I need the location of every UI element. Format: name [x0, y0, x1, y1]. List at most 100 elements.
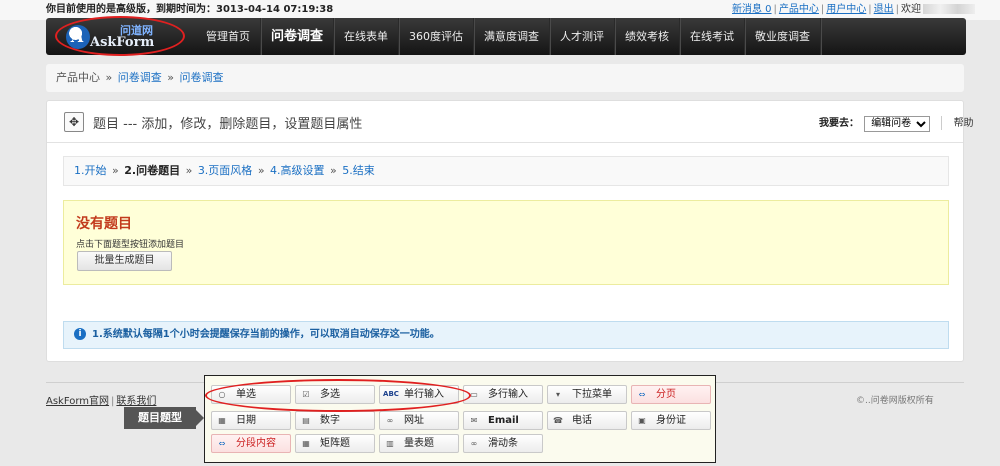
- breadcrumb-separator: »: [167, 71, 174, 84]
- qtype-label: 量表题: [404, 438, 434, 449]
- new-messages-link[interactable]: 新消息 0: [732, 4, 772, 15]
- question-type-label: 题目题型: [124, 407, 204, 429]
- id-card-icon: ▣: [638, 416, 646, 425]
- scale-icon: ▥: [386, 439, 394, 448]
- top-info-bar: 你目前使用的是高级版，到期时间为：3013-04-14 07:19:38 新消息…: [0, 0, 1000, 20]
- qtype-label: 身份证: [656, 415, 686, 426]
- qtype-label: 日期: [236, 415, 256, 426]
- breadcrumb-separator: »: [105, 71, 113, 84]
- step-advanced-settings[interactable]: 4.高级设置: [270, 164, 325, 177]
- nav-item-360-review[interactable]: 360度评估: [399, 18, 475, 55]
- user-center-link[interactable]: 用户中心: [826, 4, 866, 15]
- qtype-label: 分段内容: [236, 438, 276, 449]
- qtype-matrix-button[interactable]: ▦ 矩阵题: [295, 434, 375, 453]
- breadcrumb: 产品中心 » 问卷调查 » 问卷调查: [46, 64, 964, 92]
- logo-highlight-ellipse: [55, 16, 185, 56]
- questions-panel: ✥ 题目 --- 添加，修改，删除题目，设置题目属性 我要去： 编辑问卷 帮助 …: [46, 100, 974, 362]
- nav-item-satisfaction[interactable]: 满意度调查: [474, 18, 551, 55]
- step-separator: »: [257, 164, 265, 177]
- info-icon: i: [74, 328, 86, 340]
- qtype-highlight-ellipse: [205, 379, 471, 412]
- qtype-number-button[interactable]: ▤ 数字: [295, 411, 375, 430]
- page-title: 题目 --- 添加，修改，删除题目，设置题目属性: [93, 117, 363, 132]
- welcome-text: 欢迎: [901, 4, 922, 15]
- qtype-scale-button[interactable]: ▥ 量表题: [379, 434, 459, 453]
- nav-item-online-exam[interactable]: 在线考试: [680, 18, 746, 55]
- phone-icon: ☎: [553, 416, 563, 425]
- help-link[interactable]: 帮助: [954, 118, 974, 129]
- qtype-label: 电话: [572, 415, 592, 426]
- qtype-label: 网址: [404, 415, 424, 426]
- nav-item-engagement[interactable]: 敬业度调查: [745, 18, 822, 55]
- step-separator: »: [330, 164, 337, 177]
- expand-icon[interactable]: ✥: [64, 112, 84, 132]
- footer-contact-link[interactable]: 联系我们: [116, 396, 156, 407]
- separator: |: [820, 4, 825, 15]
- footer-links: AskForm官网 | 联系我们: [46, 392, 156, 407]
- breadcrumb-survey-current[interactable]: 问卷调查: [179, 71, 223, 84]
- qtype-phone-button[interactable]: ☎ 电话: [547, 411, 627, 430]
- qtype-label: 下拉菜单: [572, 389, 612, 400]
- goto-navigator: 我要去： 编辑问卷 帮助: [819, 114, 974, 132]
- qtype-url-button[interactable]: ∞ 网址: [379, 411, 459, 430]
- page-break-icon: ⇔: [638, 390, 646, 399]
- qtype-section-content-button[interactable]: ⇔ 分段内容: [211, 434, 291, 453]
- number-icon: ▤: [302, 416, 310, 425]
- goto-select[interactable]: 编辑问卷: [864, 115, 931, 132]
- dropdown-icon: ▾: [555, 390, 560, 399]
- empty-hint: 点击下面题型按钮添加题目: [76, 240, 185, 250]
- calendar-icon: ▦: [218, 416, 226, 425]
- qtype-id-card-button[interactable]: ▣ 身份证: [631, 411, 711, 430]
- empty-title: 没有题目: [76, 216, 132, 232]
- panel-header: ✥ 题目 --- 添加，修改，删除题目，设置题目属性 我要去： 编辑问卷 帮助: [47, 101, 974, 143]
- step-start[interactable]: 1.开始: [74, 164, 107, 177]
- breadcrumb-root: 产品中心: [56, 71, 100, 84]
- footer-askform-link[interactable]: AskForm官网: [46, 396, 109, 407]
- matrix-icon: ▦: [302, 439, 310, 448]
- copyright-text: ©..问卷网版权所有: [856, 396, 934, 406]
- email-icon: ✉: [470, 416, 478, 425]
- qtype-label: 滑动条: [488, 438, 518, 449]
- qtype-label: 矩阵题: [320, 438, 350, 449]
- batch-generate-button[interactable]: 批量生成题目: [77, 251, 172, 271]
- autosave-info-text: 1.系统默认每隔1个小时会提醒保存当前的操作，可以取消自动保存这一功能。: [92, 329, 440, 340]
- step-separator: »: [112, 164, 119, 177]
- logout-link[interactable]: 退出: [874, 4, 894, 15]
- nav-menu: 管理首页 问卷调查 在线表单 360度评估 满意度调查 人才测评 绩效考核 在线…: [196, 18, 822, 55]
- qtype-label: 数字: [320, 415, 340, 426]
- step-separator: »: [185, 164, 193, 177]
- link-icon: ∞: [386, 416, 394, 425]
- product-center-link[interactable]: 产品中心: [779, 4, 819, 15]
- separator: |: [773, 4, 777, 15]
- nav-item-performance[interactable]: 绩效考核: [615, 18, 681, 55]
- nav-item-home[interactable]: 管理首页: [196, 18, 261, 55]
- qtype-label: Email: [488, 415, 519, 426]
- qtype-label: 分页: [656, 389, 676, 400]
- qtype-multi-line-input-button[interactable]: ▭ 多行输入: [463, 385, 543, 404]
- autosave-info-bar: i 1.系统默认每隔1个小时会提醒保存当前的操作，可以取消自动保存这一功能。: [63, 321, 949, 349]
- qtype-page-break-button[interactable]: ⇔ 分页: [631, 385, 711, 404]
- goto-label: 我要去：: [819, 118, 859, 129]
- nav-item-online-form[interactable]: 在线表单: [334, 18, 400, 55]
- divider: [941, 116, 943, 130]
- nav-item-talent-test[interactable]: 人才测评: [550, 18, 616, 55]
- section-icon: ⇔: [218, 439, 226, 448]
- step-page-style[interactable]: 3.页面风格: [198, 164, 253, 177]
- step-finish[interactable]: 5.结束: [342, 164, 375, 177]
- qtype-email-button[interactable]: ✉ Email: [463, 411, 543, 430]
- footer-separator: |: [111, 396, 115, 407]
- qtype-date-button[interactable]: ▦ 日期: [211, 411, 291, 430]
- step-questions-current: 2.问卷题目: [124, 164, 181, 177]
- nav-item-survey[interactable]: 问卷调查: [261, 18, 335, 55]
- slider-icon: ∞: [470, 439, 478, 448]
- qtype-dropdown-button[interactable]: ▾ 下拉菜单: [547, 385, 627, 404]
- separator: |: [868, 4, 872, 15]
- breadcrumb-survey-link[interactable]: 问卷调查: [118, 71, 162, 84]
- blurred-username: [923, 4, 976, 14]
- qtype-slider-button[interactable]: ∞ 滑动条: [463, 434, 543, 453]
- qtype-label: 多行输入: [488, 389, 528, 400]
- top-links: 新消息 0 | 产品中心 | 用户中心 | 退出 | 欢迎: [732, 0, 976, 20]
- wizard-steps: 1.开始 » 2.问卷题目 » 3.页面风格 » 4.高级设置 » 5.结束: [63, 156, 949, 186]
- empty-questions-box: 没有题目 点击下面题型按钮添加题目 批量生成题目: [63, 200, 949, 285]
- edition-expiry-text: 你目前使用的是高级版，到期时间为：3013-04-14 07:19:38: [46, 4, 334, 15]
